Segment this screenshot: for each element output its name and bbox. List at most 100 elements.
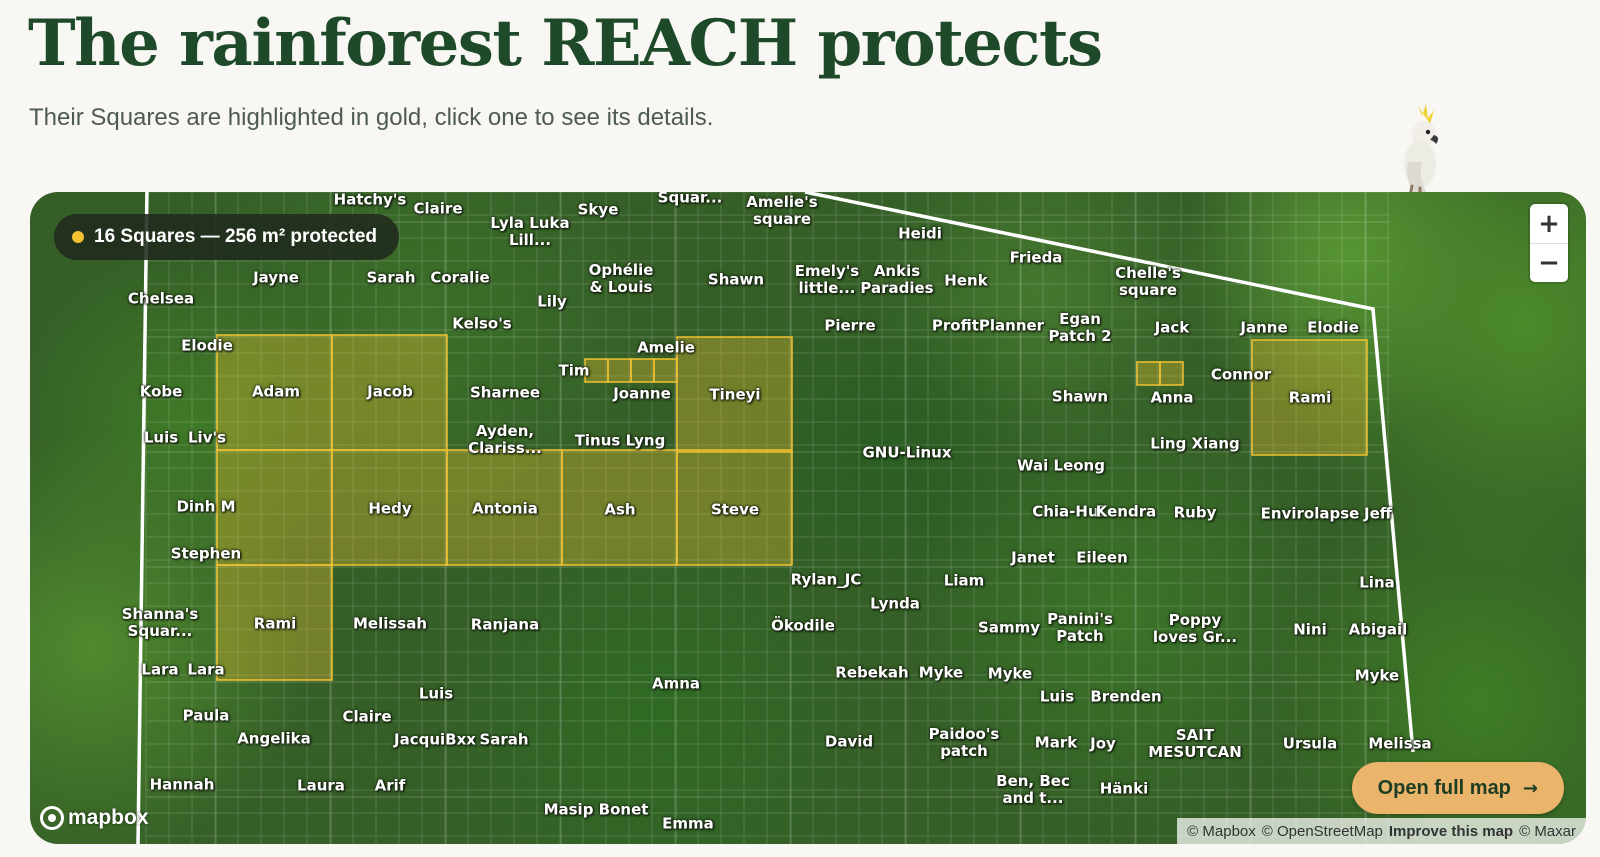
square-label[interactable]: Tim [558, 362, 589, 380]
square-label[interactable]: Paula [183, 707, 230, 725]
square-label[interactable]: Kobe [140, 383, 183, 401]
square-label[interactable]: Ash [604, 501, 635, 519]
square-label[interactable]: Claire [414, 200, 463, 218]
square-label[interactable]: Masip Bonet [544, 801, 649, 819]
square-label[interactable]: Ophélie & Louis [589, 262, 654, 296]
square-label[interactable]: Myke [919, 664, 963, 682]
square-label[interactable]: Paidoo's patch [929, 726, 1000, 760]
square-label[interactable]: SAIT MESUTCAN [1148, 727, 1242, 761]
square-label[interactable]: Egan Patch 2 [1048, 311, 1111, 345]
square-label[interactable]: Elodie [181, 337, 233, 355]
square-label[interactable]: Sarah [366, 269, 415, 287]
square-label[interactable]: GNU-Linux [862, 444, 951, 462]
square-label[interactable]: Anna [1150, 389, 1193, 407]
square-label[interactable]: Chelle's square [1115, 265, 1181, 299]
square-label[interactable]: Chelsea [128, 290, 194, 308]
square-label[interactable]: Rami [254, 615, 296, 633]
square-label[interactable]: Ben, Bec and t... [996, 773, 1070, 807]
square-label[interactable]: Melissah [353, 615, 427, 633]
square-label[interactable]: Joy [1090, 735, 1116, 753]
square-label[interactable]: Rebekah [835, 664, 908, 682]
square-label[interactable]: Ling Xiang [1150, 435, 1240, 453]
square-label[interactable]: Myke [988, 665, 1032, 683]
square-label[interactable]: Tineyi [709, 386, 760, 404]
square-label[interactable]: Luis [1040, 688, 1074, 706]
square-label[interactable]: Liv's [188, 429, 226, 447]
square-label[interactable]: Kelso's [452, 315, 511, 333]
square-label[interactable]: Jacob [367, 383, 413, 401]
square-label[interactable]: ProfitPlanner [932, 317, 1044, 335]
square-label[interactable]: Brenden [1090, 688, 1161, 706]
square-label[interactable]: Luis [419, 685, 453, 703]
square-label[interactable]: Connor [1211, 366, 1271, 384]
square-label[interactable]: Emely's little... [795, 263, 860, 297]
square-label[interactable]: Sarah [479, 731, 528, 749]
square-label[interactable]: Lynda [870, 595, 920, 613]
square-label[interactable]: Liam [944, 572, 984, 590]
square-label[interactable]: Claire [343, 708, 392, 726]
square-label[interactable]: Luis [144, 429, 178, 447]
square-label[interactable]: Antonia [472, 500, 538, 518]
square-label[interactable]: Amelie [637, 339, 695, 357]
square-label[interactable]: Joanne [613, 385, 671, 403]
square-label[interactable]: Janet [1011, 549, 1055, 567]
zoom-in-button[interactable]: + [1530, 204, 1568, 243]
square-label[interactable]: Henk [944, 272, 987, 290]
square-label[interactable]: Lara [141, 661, 178, 679]
square-label[interactable]: Nini [1293, 621, 1327, 639]
improve-map-link[interactable]: Improve this map [1389, 823, 1513, 840]
square-label[interactable]: Amelie's square [746, 194, 817, 228]
attribution-mapbox[interactable]: © Mapbox [1187, 823, 1256, 840]
square-label[interactable]: Steve [711, 501, 759, 519]
square-label[interactable]: Sharnee [470, 384, 540, 402]
square-label[interactable]: Arif [375, 777, 406, 795]
square-label[interactable]: Melissa [1368, 735, 1431, 753]
square-label[interactable]: Jayne [253, 269, 299, 287]
square-label[interactable]: Myke [1355, 667, 1399, 685]
mapbox-logo[interactable]: mapbox [40, 806, 149, 830]
rainforest-map[interactable]: Hatchy's Claire Lyla Luka Lill... Skye Squar… [30, 192, 1586, 844]
square-label[interactable]: Wai Leong [1017, 457, 1105, 475]
square-label[interactable]: Elodie [1307, 319, 1359, 337]
square-label[interactable]: Shanna's Squar... [122, 606, 199, 640]
square-label[interactable]: Envirolapse [1261, 505, 1360, 523]
square-label[interactable]: Sammy [978, 619, 1040, 637]
square-label[interactable]: Chia-Hui [1032, 503, 1104, 521]
square-label[interactable]: Lily [537, 293, 567, 311]
square-label[interactable]: Hatchy's [334, 192, 407, 209]
square-label[interactable]: Mark [1035, 734, 1077, 752]
square-label[interactable]: Abigail [1349, 621, 1408, 639]
square-label[interactable]: Skye [578, 201, 619, 219]
square-label[interactable]: Ökodile [771, 617, 835, 635]
attribution-maxar[interactable]: © Maxar [1519, 823, 1576, 840]
square-label[interactable]: Ruby [1174, 504, 1217, 522]
square-label[interactable]: Stephen [171, 545, 241, 563]
square-label[interactable]: Poppy loves Gr... [1153, 612, 1237, 646]
square-label[interactable]: Hänki [1100, 780, 1148, 798]
square-label[interactable]: Lina [1359, 574, 1395, 592]
square-label[interactable]: Laura [297, 777, 345, 795]
attribution-osm[interactable]: © OpenStreetMap [1262, 823, 1383, 840]
square-label[interactable]: Angelika [237, 730, 311, 748]
open-full-map-button[interactable]: Open full map → [1351, 762, 1564, 814]
square-label[interactable]: David [825, 733, 873, 751]
square-label[interactable]: Eileen [1076, 549, 1128, 567]
square-label[interactable]: Adam [252, 383, 300, 401]
square-label[interactable]: Ursula [1283, 735, 1337, 753]
square-label[interactable]: Emma [662, 815, 714, 833]
zoom-out-button[interactable]: − [1530, 243, 1568, 282]
square-label[interactable]: Rylan_JC [791, 571, 862, 589]
square-label[interactable]: Ankis Paradies [860, 263, 933, 297]
square-label[interactable]: Ranjana [471, 616, 539, 634]
square-label[interactable]: Kendra [1096, 503, 1156, 521]
square-label[interactable]: Dinh M [176, 498, 235, 516]
square-label[interactable]: Hannah [150, 776, 215, 794]
square-label[interactable]: Lara [187, 661, 224, 679]
square-label[interactable]: Jeff [1364, 505, 1392, 523]
square-label[interactable]: JacquiBxx [394, 731, 476, 749]
square-label[interactable]: Hedy [368, 500, 411, 518]
square-label[interactable]: Frieda [1010, 249, 1063, 267]
square-label[interactable]: Squar... [658, 192, 723, 207]
square-label[interactable]: Janne [1240, 319, 1287, 337]
square-label[interactable]: Rami [1289, 389, 1331, 407]
